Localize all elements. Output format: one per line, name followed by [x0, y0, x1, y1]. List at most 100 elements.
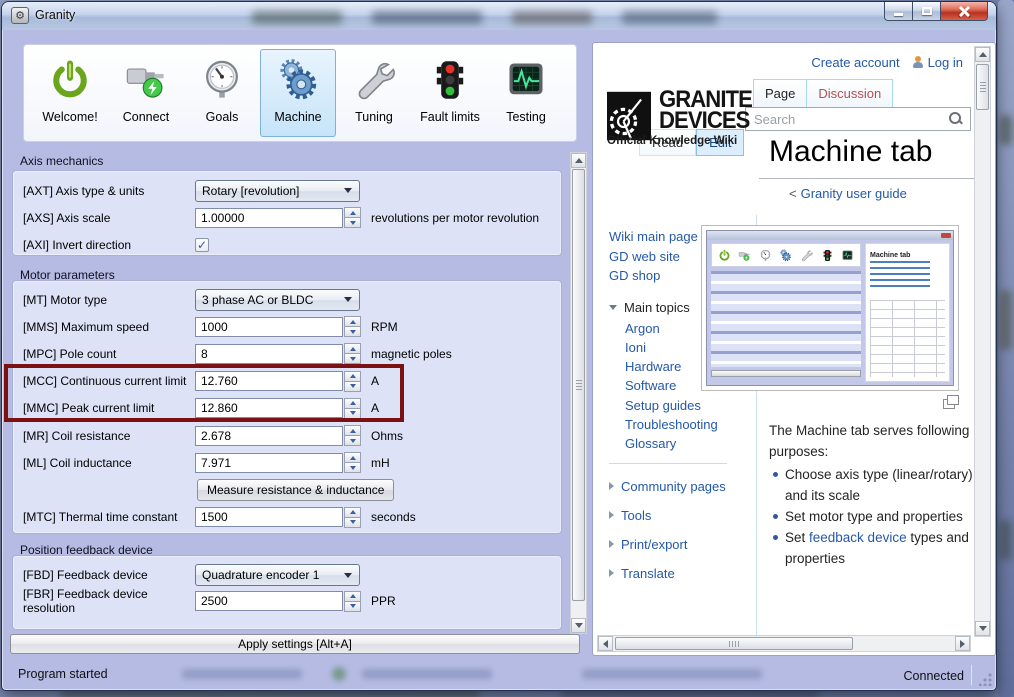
feedback-device-link[interactable]: feedback device: [809, 530, 907, 545]
wiki-nav-link-gd-web-site[interactable]: GD web site: [609, 247, 751, 267]
up-arrow-icon: [350, 510, 356, 514]
spin-field: 2500: [195, 591, 361, 612]
spin-field: 1.00000: [195, 207, 361, 228]
chevron-down-icon: [609, 305, 617, 310]
spin-up-button[interactable]: [344, 398, 361, 409]
desktop-blur-blob: [560, 690, 820, 697]
number-input[interactable]: 12.760: [195, 371, 343, 391]
tab-discussion[interactable]: Discussion: [807, 79, 893, 107]
number-input[interactable]: 1500: [195, 507, 343, 527]
section-title-axis-mechanics: Axis mechanics: [20, 154, 103, 168]
spin-down-button[interactable]: [344, 436, 361, 446]
wiki-nav-link-setup-guides[interactable]: Setup guides: [625, 396, 751, 415]
spin-field: 2.678: [195, 425, 361, 446]
form-row: [AXI] Invert direction✓: [13, 231, 561, 258]
wiki-nav-group-community-pages[interactable]: Community pages: [609, 472, 751, 501]
spin-up-button[interactable]: [344, 507, 361, 518]
titlebar[interactable]: ⚙ Granity: [2, 2, 996, 30]
user-icon: [912, 56, 924, 69]
wiki-nav-group-tools[interactable]: Tools: [609, 501, 751, 530]
scroll-right-button[interactable]: [955, 636, 970, 651]
number-input[interactable]: 1.00000: [195, 208, 343, 228]
log-in-link[interactable]: Log in: [928, 55, 963, 70]
spin-up-button[interactable]: [344, 343, 361, 354]
window-controls: [884, 2, 988, 21]
enlarge-icon[interactable]: [943, 395, 959, 409]
number-input[interactable]: 1000: [195, 317, 343, 337]
scrollbar-thumb[interactable]: [572, 169, 585, 601]
field-label: [MPC] Pole count: [23, 347, 195, 361]
wiki-nav-link-argon[interactable]: Argon: [625, 319, 751, 338]
wiki-nav-link-software[interactable]: Software: [625, 376, 751, 395]
scroll-down-button[interactable]: [975, 621, 990, 636]
close-button[interactable]: [941, 2, 988, 21]
down-arrow-icon: [350, 357, 356, 361]
scroll-up-button[interactable]: [571, 153, 586, 168]
spin-down-button[interactable]: [344, 218, 361, 228]
combobox[interactable]: Rotary [revolution]: [195, 180, 360, 202]
breadcrumb: <Granity user guide: [789, 186, 907, 201]
spin-up-button[interactable]: [344, 591, 361, 602]
field-unit: Ohms: [371, 429, 403, 443]
scrollbar-thumb[interactable]: [976, 64, 989, 110]
spin-up-button[interactable]: [344, 207, 361, 218]
resize-grip[interactable]: [979, 673, 992, 686]
wiki-nav-link-wiki-main-page[interactable]: Wiki main page: [609, 227, 751, 247]
wiki-nav-group-translate[interactable]: Translate: [609, 559, 751, 588]
spin-up-button[interactable]: [344, 371, 361, 382]
field-label: [ML] Coil inductance: [23, 456, 195, 470]
spinner-buttons: [344, 371, 361, 392]
field-unit: A: [371, 374, 379, 388]
wiki-nav-link-glossary[interactable]: Glossary: [625, 434, 751, 453]
combobox-value: 3 phase AC or BLDC: [196, 293, 344, 307]
titlebar-blur-blob: [512, 11, 592, 24]
number-input[interactable]: 2.678: [195, 426, 343, 446]
spin-down-button[interactable]: [344, 518, 361, 528]
create-account-link[interactable]: Create account: [811, 55, 899, 70]
checkbox[interactable]: ✓: [195, 238, 209, 252]
spin-up-button[interactable]: [344, 452, 361, 463]
spin-down-button[interactable]: [344, 382, 361, 392]
spinner-buttons: [344, 507, 361, 528]
spin-down-button[interactable]: [344, 327, 361, 337]
minimize-button[interactable]: [884, 2, 913, 21]
wiki-nav-sublist: ArgonIoniHardwareSoftwareSetup guidesTro…: [609, 319, 751, 454]
wiki-nav-link-ioni[interactable]: Ioni: [625, 338, 751, 357]
apply-settings-button[interactable]: Apply settings [Alt+A]: [10, 634, 580, 654]
number-input[interactable]: 12.860: [195, 398, 343, 418]
form-row: [MPC] Pole count8magnetic poles: [13, 340, 561, 367]
wiki-nav-group-print-export[interactable]: Print/export: [609, 530, 751, 559]
right-arrow-icon: [960, 640, 965, 648]
tab-page[interactable]: Page: [753, 79, 807, 107]
spin-down-button[interactable]: [344, 463, 361, 473]
spin-up-button[interactable]: [344, 425, 361, 436]
spin-down-button[interactable]: [344, 409, 361, 419]
form-scrollbar[interactable]: [570, 152, 587, 634]
measure-button[interactable]: Measure resistance & inductance: [197, 479, 394, 501]
spin-down-button[interactable]: [344, 354, 361, 364]
spin-field: 1500: [195, 507, 361, 528]
combobox[interactable]: 3 phase AC or BLDC: [195, 289, 360, 311]
spin-down-button[interactable]: [344, 602, 361, 612]
statusbar: Program started Connected: [2, 657, 996, 690]
scroll-left-button[interactable]: [598, 636, 613, 651]
left-arrow-icon: [603, 640, 608, 648]
number-input[interactable]: 2500: [195, 591, 343, 611]
number-input[interactable]: 7.971: [195, 453, 343, 473]
wiki-horizontal-scrollbar[interactable]: [597, 635, 971, 652]
number-input[interactable]: 8: [195, 344, 343, 364]
wiki-nav-link-hardware[interactable]: Hardware: [625, 357, 751, 376]
search-icon[interactable]: [949, 112, 963, 126]
granity-user-guide-link[interactable]: Granity user guide: [801, 186, 907, 201]
wiki-search-input[interactable]: Search: [745, 107, 971, 131]
wiki-nav-main-topics[interactable]: Main topics: [609, 298, 751, 317]
wiki-nav-link-gd-shop[interactable]: GD shop: [609, 266, 751, 286]
scroll-up-button[interactable]: [975, 47, 990, 62]
combobox[interactable]: Quadrature encoder 1: [195, 564, 360, 586]
wiki-nav-link-troubleshooting[interactable]: Troubleshooting: [625, 415, 751, 434]
scrollbar-thumb[interactable]: [615, 637, 853, 650]
maximize-button[interactable]: [913, 2, 941, 21]
spinner-buttons: [344, 343, 361, 364]
spin-up-button[interactable]: [344, 316, 361, 327]
scroll-down-button[interactable]: [571, 618, 586, 633]
